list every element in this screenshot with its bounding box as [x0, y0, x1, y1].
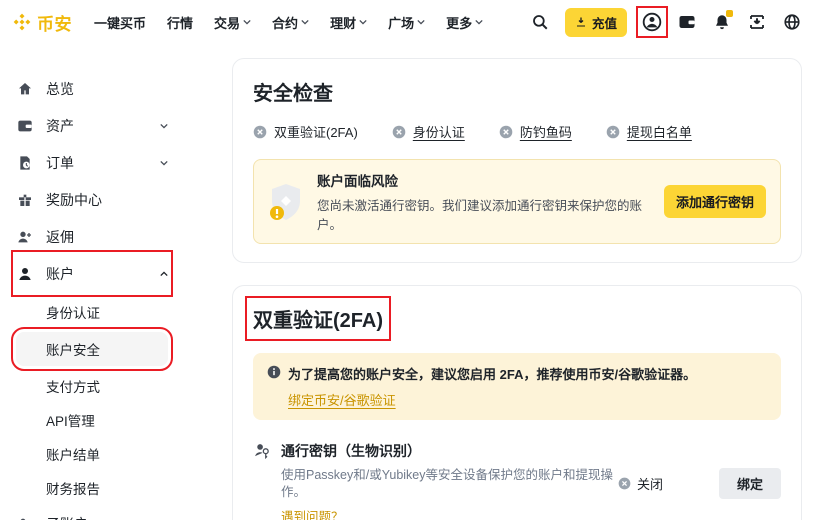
- chevron-down-icon: [160, 122, 168, 130]
- binance-logo[interactable]: 币安: [12, 10, 72, 35]
- risk-banner-title: 账户面临风险: [317, 170, 651, 190]
- sidebar-item-orders[interactable]: 订单: [16, 144, 168, 181]
- two-factor-title: 双重验证(2FA): [253, 304, 383, 333]
- circle-x-icon: [606, 125, 620, 139]
- sidebar-item-account-statement[interactable]: 账户结单: [16, 437, 168, 471]
- chevron-down-icon: [475, 18, 483, 26]
- check-2fa[interactable]: 双重验证(2FA): [253, 122, 358, 141]
- nav-trade[interactable]: 交易: [214, 13, 251, 32]
- risk-banner: 账户面临风险 您尚未激活通行密钥。我们建议添加通行密钥来保护您的账户。 添加通行…: [253, 159, 781, 244]
- sidebar-item-referral[interactable]: 返佣: [16, 218, 168, 255]
- passkey-row: 通行密钥（生物识别） 使用Passkey和/或Yubikey等安全设备保护您的账…: [253, 441, 781, 520]
- passkey-status: 关闭: [618, 474, 663, 493]
- deposit-button[interactable]: 充值: [565, 8, 627, 37]
- info-icon: [267, 365, 281, 379]
- check-anti-phishing-code[interactable]: 防钓鱼码: [499, 122, 572, 141]
- chevron-down-icon: [359, 18, 367, 26]
- globe-icon[interactable]: [782, 12, 802, 32]
- passkey-title: 通行密钥（生物识别）: [281, 441, 618, 461]
- passkey-icon: [253, 442, 271, 520]
- home-icon: [16, 80, 33, 97]
- main-nav: 一键买币 行情 交易 合约 理财 广场 更多: [94, 13, 483, 32]
- subaccount-icon: [16, 515, 33, 520]
- sidebar-item-payment-methods[interactable]: 支付方式: [16, 369, 168, 403]
- nav-markets[interactable]: 行情: [167, 13, 193, 32]
- sidebar-item-account[interactable]: 账户: [16, 255, 168, 292]
- search-icon[interactable]: [530, 12, 550, 32]
- chevron-down-icon: [243, 18, 251, 26]
- twofa-notice: 为了提高您的账户安全，建议您启用 2FA，推荐使用币安/谷歌验证器。 绑定币安/…: [253, 353, 781, 420]
- wallet-icon[interactable]: [677, 12, 697, 32]
- circle-x-icon: [618, 477, 631, 490]
- sidebar-item-rewards-hub[interactable]: 奖励中心: [16, 181, 168, 218]
- deposit-arrow-icon: [575, 16, 587, 28]
- sidebar: 总览 资产 订单 奖励中心: [0, 44, 230, 520]
- logo-text: 币安: [37, 10, 72, 35]
- passkey-help-link[interactable]: 遇到问题？: [281, 506, 344, 520]
- nav-buy-crypto[interactable]: 一键买币: [94, 13, 146, 32]
- binance-diamond-icon: [12, 12, 32, 32]
- chevron-down-icon: [160, 159, 168, 167]
- security-check-title: 安全检查: [253, 77, 781, 106]
- main-content: 安全检查 双重验证(2FA) 身份认证 防钓鱼码 提现白名单: [230, 44, 802, 520]
- profile-icon[interactable]: [642, 12, 662, 32]
- nav-earn[interactable]: 理财: [330, 13, 367, 32]
- passkey-desc: 使用Passkey和/或Yubikey等安全设备保护您的账户和提现操作。: [281, 467, 618, 501]
- sidebar-item-overview[interactable]: 总览: [16, 70, 168, 107]
- sidebar-item-account-security[interactable]: 账户安全: [16, 332, 168, 366]
- sidebar-item-financial-reports[interactable]: 财务报告: [16, 471, 168, 505]
- download-icon[interactable]: [747, 12, 767, 32]
- top-navigation-bar: 币安 一键买币 行情 交易 合约 理财 广场 更多 充值: [0, 0, 816, 44]
- sidebar-item-assets[interactable]: 资产: [16, 107, 168, 144]
- security-check-row: 双重验证(2FA) 身份认证 防钓鱼码 提现白名单: [253, 122, 781, 141]
- notification-dot: [726, 10, 733, 17]
- chevron-down-icon: [301, 18, 309, 26]
- twofa-notice-text: 为了提高您的账户安全，建议您启用 2FA，推荐使用币安/谷歌验证器。: [288, 364, 696, 383]
- orders-icon: [16, 154, 33, 171]
- chevron-up-icon: [160, 270, 168, 278]
- circle-x-icon: [499, 125, 513, 139]
- passkey-bind-button[interactable]: 绑定: [719, 468, 781, 499]
- bind-authenticator-link[interactable]: 绑定币安/谷歌验证: [288, 390, 396, 409]
- two-factor-card: 双重验证(2FA) 为了提高您的账户安全，建议您启用 2FA，推荐使用币安/谷歌…: [232, 285, 802, 520]
- referral-icon: [16, 228, 33, 245]
- rewards-icon: [16, 191, 33, 208]
- nav-more[interactable]: 更多: [446, 13, 483, 32]
- chevron-down-icon: [417, 18, 425, 26]
- check-identity-verification[interactable]: 身份认证: [392, 122, 465, 141]
- add-passkey-button[interactable]: 添加通行密钥: [664, 185, 766, 218]
- bell-icon[interactable]: [712, 12, 732, 32]
- sidebar-item-identity-verification[interactable]: 身份认证: [16, 295, 168, 329]
- risk-banner-desc: 您尚未激活通行密钥。我们建议添加通行密钥来保护您的账户。: [317, 195, 651, 233]
- nav-futures[interactable]: 合约: [272, 13, 309, 32]
- circle-x-icon: [253, 125, 267, 139]
- circle-x-icon: [392, 125, 406, 139]
- account-icon: [16, 265, 33, 282]
- security-check-card: 安全检查 双重验证(2FA) 身份认证 防钓鱼码 提现白名单: [232, 58, 802, 263]
- check-withdrawal-whitelist[interactable]: 提现白名单: [606, 122, 692, 141]
- shield-warning-icon: [268, 182, 304, 222]
- assets-icon: [16, 117, 33, 134]
- sidebar-item-sub-accounts[interactable]: 子账户: [16, 505, 168, 520]
- sidebar-item-api-management[interactable]: API管理: [16, 403, 168, 437]
- nav-square[interactable]: 广场: [388, 13, 425, 32]
